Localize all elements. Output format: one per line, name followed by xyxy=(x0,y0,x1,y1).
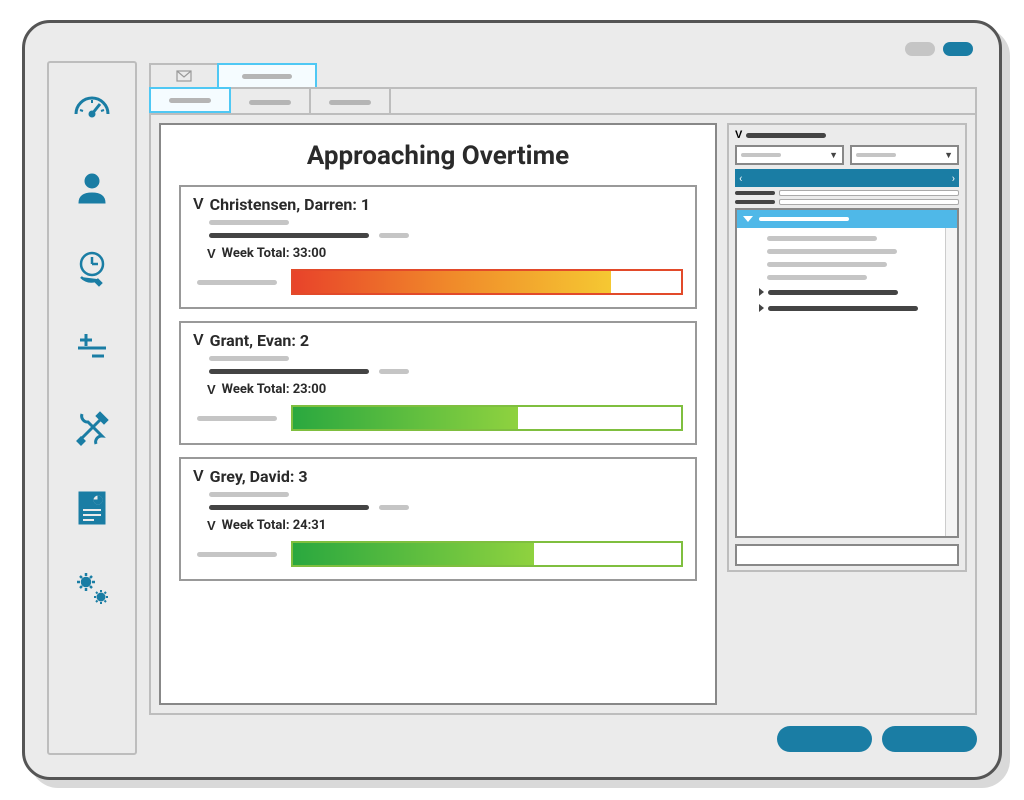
report-title: Approaching Overtime xyxy=(179,141,697,171)
chevron-down-icon: V xyxy=(193,196,204,214)
chevron-down-icon: V xyxy=(207,382,216,397)
subtab-2[interactable] xyxy=(231,89,311,115)
chevron-right-icon xyxy=(759,304,764,312)
tools-icon[interactable] xyxy=(69,405,115,451)
detail-stub xyxy=(209,220,683,238)
subtab-3[interactable] xyxy=(311,89,391,115)
slider-1[interactable] xyxy=(735,190,959,196)
settings-icon[interactable] xyxy=(69,565,115,611)
tree-item[interactable] xyxy=(767,236,877,241)
mail-icon xyxy=(176,70,192,82)
week-total-label: Week Total: 33:00 xyxy=(222,246,327,261)
chevron-right-icon xyxy=(759,288,764,296)
employee-header[interactable]: V Grant, Evan: 2 xyxy=(193,331,683,350)
chevron-down-icon: V xyxy=(735,129,742,141)
tab-active[interactable] xyxy=(217,63,317,87)
primary-button-1[interactable] xyxy=(777,726,872,752)
tree-item-expandable[interactable] xyxy=(759,304,947,312)
chevron-down-icon: V xyxy=(207,518,216,533)
employee-header[interactable]: V Grey, David: 3 xyxy=(193,467,683,486)
adjustments-icon[interactable] xyxy=(69,325,115,371)
sidebar xyxy=(47,61,137,755)
tab-mail[interactable] xyxy=(149,63,219,87)
chevron-down-icon: V xyxy=(193,332,204,350)
employee-card: V Christensen, Darren: 1 V Week Total: 3… xyxy=(179,185,697,309)
employee-name: Grey, David: 3 xyxy=(210,467,308,486)
filter-dropdown-1[interactable]: ▼ xyxy=(735,145,844,165)
next-icon[interactable]: › xyxy=(952,172,955,185)
meter-row xyxy=(197,405,683,431)
overtime-meter xyxy=(291,405,683,431)
filter-header[interactable]: V xyxy=(735,129,959,141)
subtab-1[interactable] xyxy=(149,87,231,113)
reports-icon[interactable] xyxy=(69,485,115,531)
week-total-row[interactable]: V Week Total: 23:00 xyxy=(207,382,683,397)
detail-stub xyxy=(209,492,683,510)
chevron-down-icon: ▼ xyxy=(944,150,953,161)
week-total-label: Week Total: 24:31 xyxy=(222,518,327,533)
content-column: Approaching Overtime V Christensen, Darr… xyxy=(149,61,977,755)
meter-row xyxy=(197,541,683,567)
time-icon[interactable] xyxy=(69,245,115,291)
meter-row xyxy=(197,269,683,295)
slider-2[interactable] xyxy=(735,199,959,205)
body-row: Approaching Overtime V Christensen, Darr… xyxy=(151,115,975,713)
employee-card: V Grey, David: 3 V Week Total: 24:31 xyxy=(179,457,697,581)
footer xyxy=(149,715,977,755)
outer-tabs xyxy=(149,61,977,87)
footer-box xyxy=(735,544,959,566)
chevron-down-icon xyxy=(743,216,753,222)
report-panel: Approaching Overtime V Christensen, Darr… xyxy=(159,123,717,705)
window-pill-inactive xyxy=(905,42,935,56)
dashboard-icon[interactable] xyxy=(69,85,115,131)
tree-item[interactable] xyxy=(767,262,887,267)
side-panel: V ▼ ▼ xyxy=(727,123,967,705)
filter-box: V ▼ ▼ xyxy=(727,123,967,572)
employee-name: Grant, Evan: 2 xyxy=(210,331,309,350)
main-row: Approaching Overtime V Christensen, Darr… xyxy=(47,61,977,755)
tree-item-expandable[interactable] xyxy=(759,288,947,296)
employee-name: Christensen, Darren: 1 xyxy=(210,195,370,214)
scrollbar[interactable] xyxy=(945,228,957,536)
prev-icon[interactable]: ‹ xyxy=(739,172,742,185)
overtime-meter xyxy=(291,269,683,295)
chevron-down-icon: V xyxy=(207,246,216,261)
detail-stub xyxy=(209,356,683,374)
date-nav[interactable]: ‹ › xyxy=(735,169,959,187)
app-window: Approaching Overtime V Christensen, Darr… xyxy=(22,20,1002,780)
employee-card: V Grant, Evan: 2 V Week Total: 23:00 xyxy=(179,321,697,445)
tree-item[interactable] xyxy=(767,275,867,280)
sub-tabs xyxy=(151,89,975,115)
filter-dropdown-2[interactable]: ▼ xyxy=(850,145,959,165)
profile-icon[interactable] xyxy=(69,165,115,211)
primary-button-2[interactable] xyxy=(882,726,977,752)
chevron-down-icon: V xyxy=(193,468,204,486)
overtime-meter xyxy=(291,541,683,567)
week-total-row[interactable]: V Week Total: 33:00 xyxy=(207,246,683,261)
tree-header[interactable] xyxy=(737,210,957,228)
tree-body xyxy=(737,228,957,320)
tree-panel xyxy=(735,208,959,538)
employee-header[interactable]: V Christensen, Darren: 1 xyxy=(193,195,683,214)
week-total-label: Week Total: 23:00 xyxy=(222,382,327,397)
content-frame: Approaching Overtime V Christensen, Darr… xyxy=(149,87,977,715)
week-total-row[interactable]: V Week Total: 24:31 xyxy=(207,518,683,533)
chevron-down-icon: ▼ xyxy=(829,150,838,161)
window-controls xyxy=(47,37,977,61)
window-pill-active[interactable] xyxy=(943,42,973,56)
tree-item[interactable] xyxy=(767,249,897,254)
